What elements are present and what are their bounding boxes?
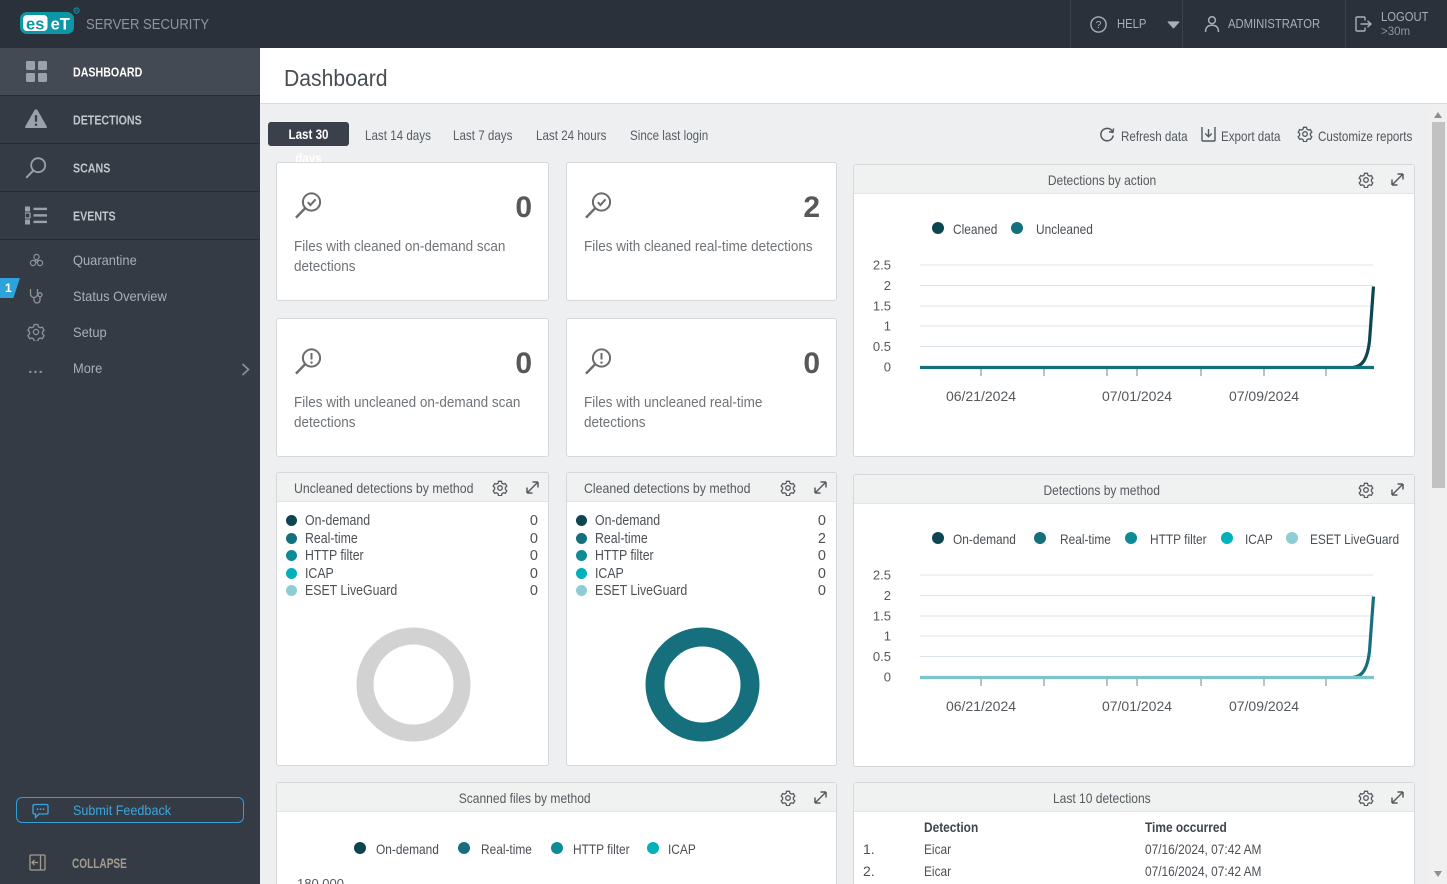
svg-text:06/21/2024: 06/21/2024: [946, 388, 1016, 404]
svg-text:1: 1: [884, 319, 891, 334]
svg-text:2: 2: [884, 588, 891, 603]
svg-text:0.5: 0.5: [873, 649, 891, 664]
svg-text:07/09/2024: 07/09/2024: [1229, 698, 1299, 714]
svg-text:07/01/2024: 07/01/2024: [1102, 388, 1172, 404]
svg-text:1: 1: [884, 629, 891, 644]
svg-text:0.5: 0.5: [873, 339, 891, 354]
svg-text:2.5: 2.5: [873, 258, 891, 273]
svg-text:07/09/2024: 07/09/2024: [1229, 388, 1299, 404]
svg-text:2.5: 2.5: [873, 568, 891, 583]
svg-text:07/01/2024: 07/01/2024: [1102, 698, 1172, 714]
svg-text:es: es: [26, 16, 44, 34]
svg-text:?: ?: [1096, 19, 1102, 31]
svg-text:1.5: 1.5: [873, 609, 891, 624]
svg-text:0: 0: [884, 670, 891, 685]
svg-text:R: R: [75, 9, 79, 15]
svg-text:1.5: 1.5: [873, 299, 891, 314]
svg-text:06/21/2024: 06/21/2024: [946, 698, 1016, 714]
svg-text:0: 0: [884, 360, 891, 375]
svg-text:eT: eT: [51, 16, 70, 34]
svg-text:2: 2: [884, 278, 891, 293]
